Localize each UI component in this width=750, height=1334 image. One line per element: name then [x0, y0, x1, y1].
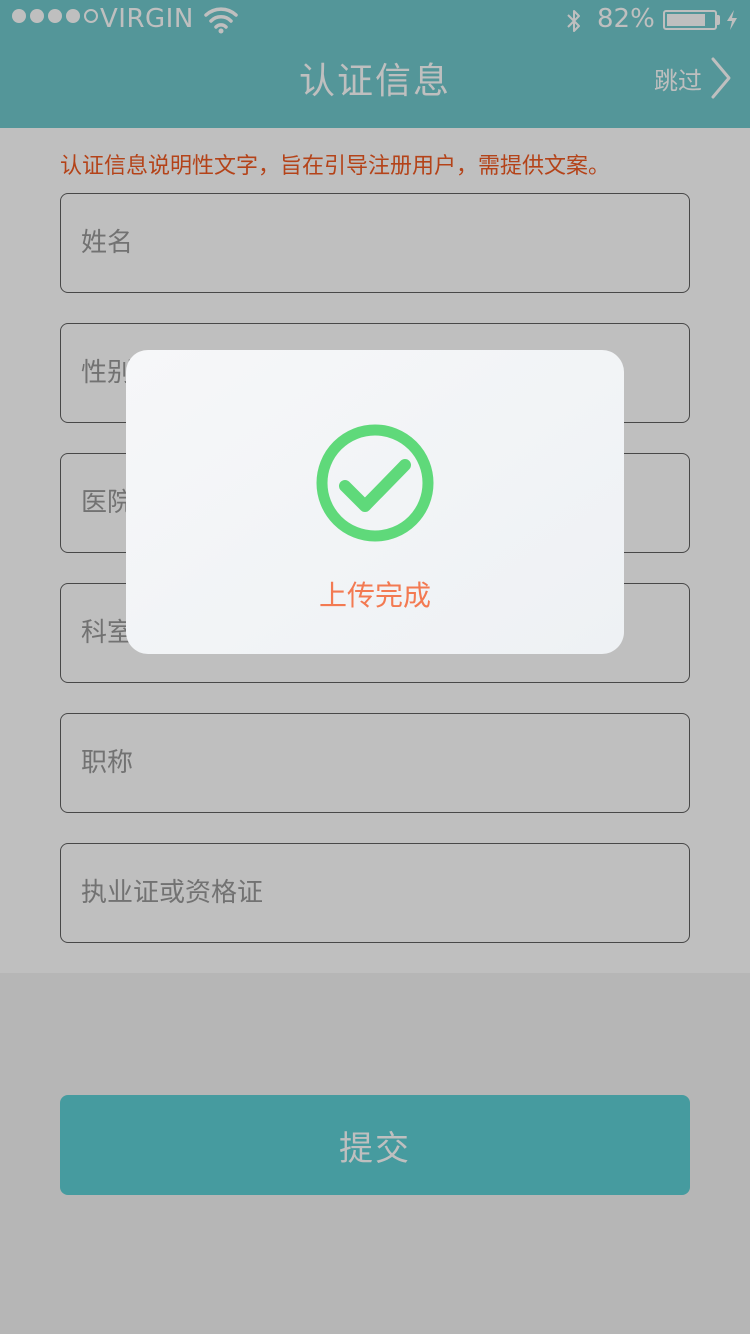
modal-message: 上传完成: [318, 579, 431, 612]
modal-overlay[interactable]: [0, 0, 750, 1334]
check-circle-icon: [316, 424, 434, 542]
upload-complete-dialog: 上传完成: [126, 350, 624, 654]
